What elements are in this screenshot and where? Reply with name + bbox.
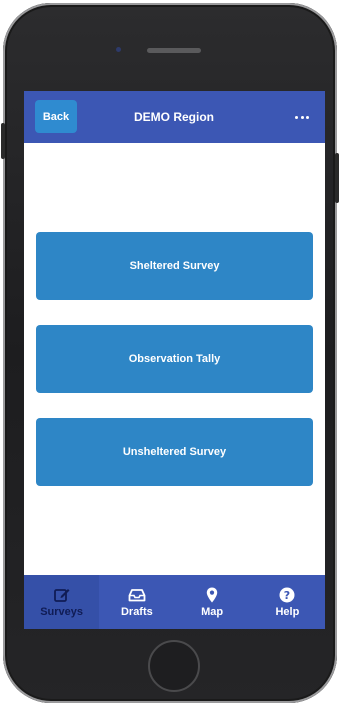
volume-button <box>1 123 5 159</box>
sheltered-survey-button[interactable]: Sheltered Survey <box>36 232 313 300</box>
unsheltered-survey-button[interactable]: Unsheltered Survey <box>36 418 313 486</box>
edit-icon <box>53 586 71 604</box>
more-icon[interactable] <box>295 111 309 123</box>
speaker-grille <box>147 48 201 53</box>
tab-label: Help <box>275 606 300 618</box>
tab-help[interactable]: ? Help <box>250 575 325 629</box>
page-title: DEMO Region <box>134 110 214 124</box>
front-camera <box>116 47 121 52</box>
app-screen: Back DEMO Region Sheltered Survey Observ… <box>24 91 325 629</box>
back-button[interactable]: Back <box>35 100 77 133</box>
tab-drafts[interactable]: Drafts <box>99 575 174 629</box>
tab-surveys[interactable]: Surveys <box>24 575 100 629</box>
phone-frame: Back DEMO Region Sheltered Survey Observ… <box>1 3 339 703</box>
home-button[interactable] <box>148 640 200 692</box>
tab-label: Drafts <box>120 606 153 618</box>
bottom-tab-bar: Surveys Drafts Map ? Help <box>24 575 325 629</box>
help-icon: ? <box>278 586 296 604</box>
tab-label: Map <box>201 606 224 618</box>
tab-map[interactable]: Map <box>175 575 250 629</box>
svg-text:?: ? <box>284 589 290 602</box>
main-content: Sheltered Survey Observation Tally Unshe… <box>24 143 325 575</box>
app-header: Back DEMO Region <box>24 91 325 143</box>
inbox-icon <box>128 586 146 604</box>
observation-tally-button[interactable]: Observation Tally <box>36 325 313 393</box>
tab-label: Surveys <box>40 606 84 618</box>
map-pin-icon <box>203 586 221 604</box>
power-button <box>335 153 339 203</box>
